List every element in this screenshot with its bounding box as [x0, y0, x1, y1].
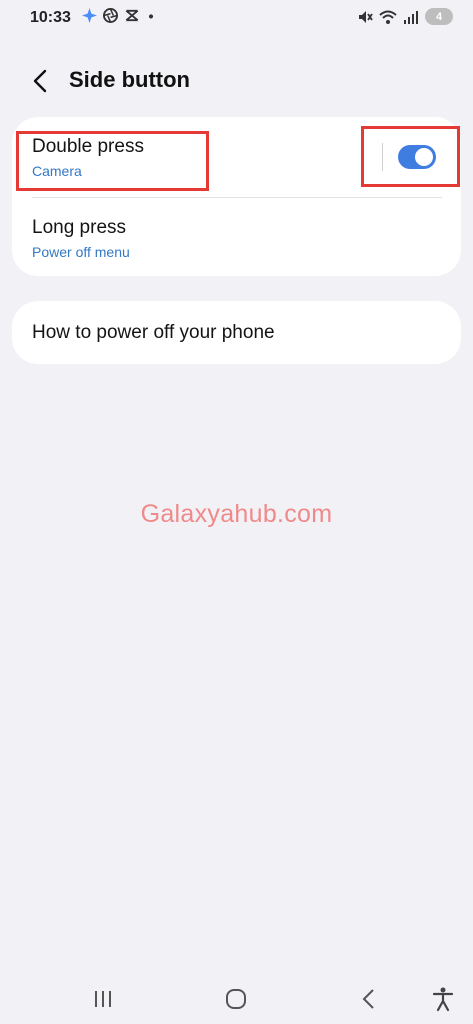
back-button[interactable] [28, 68, 54, 94]
watermark: Galaxyahub.com [140, 500, 333, 528]
sparkle-icon [82, 8, 97, 23]
power-off-help-card: How to power off your phone [12, 301, 461, 364]
power-off-help-title: How to power off your phone [32, 322, 275, 343]
long-press-row[interactable]: Long press Power off menu [12, 198, 461, 276]
wifi-icon [379, 10, 397, 24]
chevron-left-icon [33, 69, 47, 93]
status-time: 10:33 [30, 9, 71, 26]
accessibility-button[interactable] [428, 986, 458, 1012]
recents-icon [95, 991, 111, 1007]
dot-icon [148, 14, 154, 19]
home-icon [226, 989, 246, 1009]
long-press-subtitle: Power off menu [32, 244, 130, 260]
double-press-highlight-box [16, 131, 209, 191]
status-right-icons: 4 [357, 8, 453, 25]
long-press-title: Long press [32, 217, 127, 238]
page-title: Side button [69, 67, 190, 92]
signal-icon [404, 10, 418, 24]
accessibility-icon [432, 987, 454, 1012]
capcut-icon [125, 9, 139, 22]
power-off-help-row[interactable]: How to power off your phone [12, 301, 461, 364]
status-bar: 10:33 4 [0, 0, 473, 38]
nav-back-button[interactable] [354, 986, 384, 1012]
aperture-icon [103, 8, 118, 23]
battery-level: 4 [435, 10, 443, 23]
navigation-bar [0, 976, 473, 1024]
battery-icon: 4 [425, 8, 453, 25]
back-icon [362, 989, 374, 1009]
recents-button[interactable] [88, 986, 118, 1012]
header: Side button [0, 58, 473, 102]
mute-icon [359, 10, 373, 23]
home-button[interactable] [221, 986, 251, 1012]
toggle-highlight-box [361, 126, 460, 187]
status-left-icons [82, 8, 156, 23]
